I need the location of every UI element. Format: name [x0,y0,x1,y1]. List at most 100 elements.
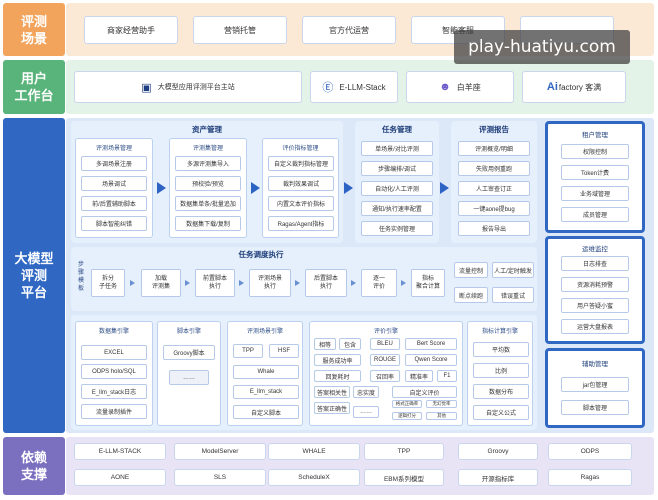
list-item[interactable]: 多调场景注册 [81,156,147,171]
workbench-e-llm-stack[interactable]: Ⓔ E-LLM-Stack [310,71,398,103]
list-item[interactable]: 精准率 [405,370,433,382]
list-item[interactable]: 预校验/预览 [175,176,241,191]
list-item[interactable]: 脚本管理 [561,400,629,415]
step-node[interactable]: 指标 聚合计算 [411,269,445,297]
dependency-chip[interactable]: WHALE [268,443,360,460]
list-item[interactable]: 召回率 [370,370,400,382]
workbench-baiyangzuo[interactable]: ☻ 白羊座 [406,71,514,103]
list-item[interactable]: 人工审查订正 [458,181,530,196]
list-item[interactable]: 内置文本评价指标 [268,196,334,211]
list-item[interactable]: 自定义公式 [473,405,529,420]
list-item[interactable]: 相等 [314,338,336,350]
list-item[interactable]: 答案相关性 [314,386,350,398]
list-item[interactable]: 资源消耗预警 [561,277,629,292]
list-item[interactable]: 流量录制插件 [81,404,147,419]
list-item[interactable]: 多源评测集导入 [175,156,241,171]
list-item[interactable]: 权限控制 [561,144,629,159]
retry-item[interactable]: 错误重试 [492,287,534,303]
list-item[interactable]: 步骤编排/调试 [361,161,433,176]
list-item[interactable]: 其他 [426,412,457,420]
dependency-chip[interactable]: ScheduleX [268,469,360,486]
list-item[interactable]: F1 [437,370,457,382]
list-item[interactable]: 场景调试 [81,176,147,191]
list-item[interactable]: 运营大盘报表 [561,319,629,334]
list-item[interactable]: 比例 [473,363,529,378]
trigger-item[interactable]: 人工/定时触发 [492,262,534,278]
dependency-chip[interactable]: 开源指标库 [458,469,538,486]
list-item[interactable]: 业务域管理 [561,186,629,201]
list-item[interactable]: 单场景/对比评测 [361,141,433,156]
list-item[interactable]: Token计费 [561,165,629,180]
dependency-chip[interactable]: ODPS [548,443,632,460]
list-item[interactable]: …… [353,406,379,418]
resume-item[interactable]: 断点续跑 [454,287,488,303]
list-item[interactable]: 数据集下载/复制 [175,216,241,231]
list-item[interactable]: 成员管理 [561,207,629,222]
list-item[interactable]: ODPS holo/SQL [81,364,147,379]
list-item[interactable]: 前/后置辅助脚本 [81,196,147,211]
list-item[interactable]: Qwen Score [405,354,457,366]
list-item[interactable]: 日志排查 [561,256,629,271]
list-item[interactable]: 无幻觉率 [426,400,457,408]
list-item[interactable]: 数据集单条/批量追加 [175,196,241,211]
list-item[interactable]: 通知/执行速率配置 [361,201,433,216]
list-item[interactable]: 自定义评价 [392,386,457,398]
e-logo-icon: Ⓔ [322,82,334,94]
list-item[interactable]: Whale [233,365,299,379]
list-item[interactable]: BLEU [370,338,400,350]
list-item[interactable]: 自定义脚本 [233,405,299,419]
evaluation-engine-card: 评价引擎 相等 包含 BLEU Bert Score 服务成功率 ROUGE Q… [309,321,463,426]
step-node[interactable]: 评测场景 执行 [249,269,291,297]
list-item[interactable]: 答案正确性 [314,402,350,414]
list-item[interactable]: E_llm_stack [233,385,299,399]
scenario-chip[interactable]: 官方代运营 [302,16,396,44]
list-item[interactable]: 包含 [339,338,361,350]
list-item[interactable]: 格式正确率 [392,400,422,408]
list-item[interactable]: 报告导出 [458,221,530,236]
dependency-chip[interactable]: E-LLM-STACK [74,443,166,460]
list-item[interactable]: jar包管理 [561,377,629,392]
workbench-main-site[interactable]: ▣ 大模型应用评测平台主站 [74,71,302,103]
step-node[interactable]: 逐一 评价 [361,269,397,297]
scenario-chip[interactable]: 营销托管 [193,16,287,44]
list-item[interactable]: TPP [233,344,263,358]
scenario-chip[interactable]: 商家经营助手 [84,16,178,44]
step-node[interactable]: 拆分 子任务 [91,269,125,297]
dependency-chip[interactable]: EBM系列模型 [364,469,444,486]
list-item[interactable]: 数据分布 [473,384,529,399]
list-item[interactable]: 用户答疑小蜜 [561,298,629,313]
list-item[interactable]: …… [169,370,209,385]
list-item[interactable]: 裁判效果调试 [268,176,334,191]
dependency-chip[interactable]: Groovy [458,443,538,460]
step-node[interactable]: 后置脚本 执行 [305,269,347,297]
list-item[interactable]: 回复耗时 [314,370,361,382]
list-item[interactable]: 脚本智能纠错 [81,216,147,231]
list-item[interactable]: 忠实度 [353,386,379,398]
list-item[interactable]: 评测概览/明细 [458,141,530,156]
step-node[interactable]: 前置脚本 执行 [195,269,235,297]
list-item[interactable]: Ragas/Agent指标 [268,216,334,231]
dependency-chip[interactable]: SLS [174,469,266,486]
list-item[interactable]: EXCEL [81,345,147,360]
dependency-chip[interactable]: AONE [74,469,166,486]
list-item[interactable]: 自定义裁判指标管理 [268,156,334,171]
list-item[interactable]: E_llm_stack日志 [81,384,147,399]
dependency-chip[interactable]: ModelServer [174,443,266,460]
list-item[interactable]: 服务成功率 [314,354,361,366]
section-label-scenarios: 评测 场景 [3,3,65,56]
list-item[interactable]: 平均数 [473,342,529,357]
list-item[interactable]: 一键aone提bug [458,201,530,216]
list-item[interactable]: Bert Score [405,338,457,350]
flow-control-item[interactable]: 流量控制 [454,262,488,278]
list-item[interactable]: 失败用例重跑 [458,161,530,176]
list-item[interactable]: 任务实例管理 [361,221,433,236]
dependency-chip[interactable]: Ragas [548,469,632,486]
workbench-aifactory[interactable]: Ai factory 客满 [522,71,626,103]
list-item[interactable]: Groovy脚本 [163,345,215,360]
list-item[interactable]: 逻辑打分 [392,412,422,420]
step-node[interactable]: 加载 评测集 [141,269,181,297]
list-item[interactable]: ROUGE [370,354,400,366]
list-item[interactable]: HSF [269,344,299,358]
list-item[interactable]: 自动化/人工评测 [361,181,433,196]
dependency-chip[interactable]: TPP [364,443,444,460]
